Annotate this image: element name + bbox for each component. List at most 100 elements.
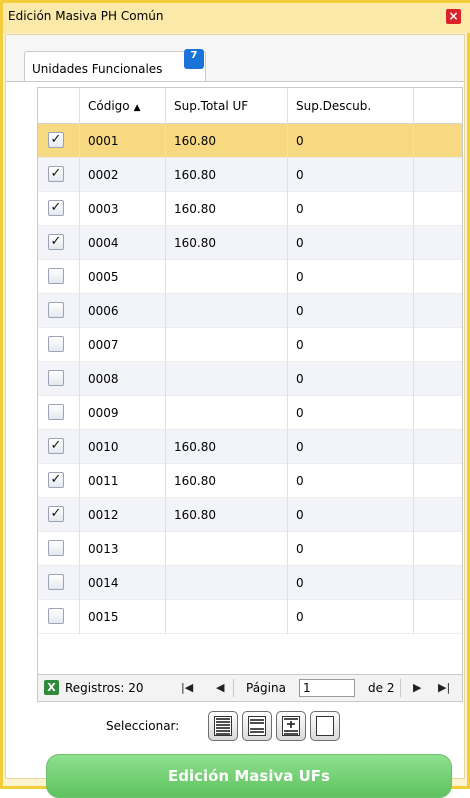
sup-total-cell [166, 396, 288, 430]
pager-divider [233, 679, 234, 697]
select-cell[interactable] [38, 600, 80, 634]
last-page-icon[interactable]: ▶| [438, 680, 450, 696]
filler-cell [414, 566, 462, 600]
row-checkbox[interactable]: ✓ [48, 132, 64, 148]
sup-total-cell: 160.80 [166, 498, 288, 532]
edicion-masiva-button[interactable]: Edición Masiva UFs [46, 754, 452, 798]
filler-cell [414, 260, 462, 294]
select-filtered-button[interactable] [276, 711, 306, 741]
select-label: Seleccionar: [106, 719, 180, 733]
select-cell[interactable] [38, 566, 80, 600]
table-row[interactable]: ✓ 0010 160.80 0 [38, 430, 462, 464]
select-none-button[interactable] [310, 711, 340, 741]
sup-descub-cell: 0 [288, 464, 414, 498]
table-row[interactable]: ✓ 0003 160.80 0 [38, 192, 462, 226]
table-row[interactable]: 0007 0 [38, 328, 462, 362]
filler-cell [414, 226, 462, 260]
codigo-cell: 0001 [80, 124, 166, 158]
codigo-cell: 0008 [80, 362, 166, 396]
row-checkbox[interactable] [48, 302, 64, 318]
header-select-column [38, 88, 80, 124]
tab-label: Unidades Funcionales [32, 62, 163, 76]
select-cell[interactable] [38, 362, 80, 396]
filler-cell [414, 498, 462, 532]
tab-unidades-funcionales[interactable]: Unidades Funcionales [24, 51, 206, 81]
select-cell[interactable] [38, 260, 80, 294]
table-row[interactable]: 0014 0 [38, 566, 462, 600]
table-row[interactable]: 0013 0 [38, 532, 462, 566]
row-checkbox[interactable]: ✓ [48, 438, 64, 454]
codigo-cell: 0013 [80, 532, 166, 566]
select-cell[interactable]: ✓ [38, 430, 80, 464]
table-row[interactable]: ✓ 0012 160.80 0 [38, 498, 462, 532]
title-bar[interactable]: Edición Masiva PH Común × [3, 0, 470, 33]
filler-cell [414, 532, 462, 566]
page-number-input[interactable] [299, 679, 355, 697]
next-page-icon[interactable]: ▶ [413, 680, 421, 696]
prev-page-icon[interactable]: ◀ [216, 680, 224, 696]
selection-toolbar: Seleccionar: [6, 709, 464, 745]
select-cell[interactable]: ✓ [38, 226, 80, 260]
table-row[interactable]: 0008 0 [38, 362, 462, 396]
row-checkbox[interactable] [48, 404, 64, 420]
filler-cell [414, 124, 462, 158]
row-checkbox[interactable] [48, 574, 64, 590]
table-row[interactable]: ✓ 0002 160.80 0 [38, 158, 462, 192]
select-cell[interactable] [38, 294, 80, 328]
row-checkbox[interactable] [48, 608, 64, 624]
sup-total-cell [166, 532, 288, 566]
codigo-cell: 0003 [80, 192, 166, 226]
table-row[interactable]: 0006 0 [38, 294, 462, 328]
pager-divider [400, 679, 401, 697]
sup-descub-cell: 0 [288, 362, 414, 396]
sup-descub-cell: 0 [288, 158, 414, 192]
header-sup-total[interactable]: Sup.Total UF [166, 88, 288, 124]
row-checkbox[interactable] [48, 336, 64, 352]
row-checkbox[interactable] [48, 268, 64, 284]
sup-descub-cell: 0 [288, 226, 414, 260]
grid-header: Código ▲ Sup.Total UF Sup.Descub. [38, 88, 462, 124]
table-row[interactable]: ✓ 0001 160.80 0 [38, 124, 462, 158]
filler-cell [414, 600, 462, 634]
sup-descub-cell: 0 [288, 498, 414, 532]
select-all-button[interactable] [208, 711, 238, 741]
row-checkbox[interactable]: ✓ [48, 506, 64, 522]
row-checkbox[interactable]: ✓ [48, 166, 64, 182]
sup-descub-cell: 0 [288, 532, 414, 566]
row-checkbox[interactable]: ✓ [48, 234, 64, 250]
grid-pager: X Registros: 20 |◀ ◀ Página de 2 ▶ ▶| [37, 675, 463, 702]
table-row[interactable]: 0009 0 [38, 396, 462, 430]
sup-total-cell: 160.80 [166, 158, 288, 192]
filler-cell [414, 464, 462, 498]
count-badge: 7 [184, 49, 204, 69]
table-row[interactable]: 0015 0 [38, 600, 462, 634]
excel-export-icon[interactable]: X [44, 680, 59, 695]
sup-total-cell: 160.80 [166, 124, 288, 158]
unidades-grid: Código ▲ Sup.Total UF Sup.Descub. ✓ 0001 16… [37, 87, 463, 675]
codigo-cell: 0014 [80, 566, 166, 600]
row-checkbox[interactable]: ✓ [48, 472, 64, 488]
header-sup-descub[interactable]: Sup.Descub. [288, 88, 414, 124]
select-cell[interactable]: ✓ [38, 464, 80, 498]
row-checkbox[interactable] [48, 370, 64, 386]
select-cell[interactable] [38, 532, 80, 566]
codigo-cell: 0012 [80, 498, 166, 532]
select-page-button[interactable] [242, 711, 272, 741]
table-row[interactable]: ✓ 0011 160.80 0 [38, 464, 462, 498]
select-cell[interactable] [38, 328, 80, 362]
select-cell[interactable]: ✓ [38, 192, 80, 226]
row-checkbox[interactable] [48, 540, 64, 556]
select-all-icon [214, 716, 232, 736]
select-cell[interactable]: ✓ [38, 158, 80, 192]
table-row[interactable]: 0005 0 [38, 260, 462, 294]
select-cell[interactable]: ✓ [38, 498, 80, 532]
edicion-masiva-window: Edición Masiva PH Común × Unidades Funci… [0, 0, 470, 798]
row-checkbox[interactable]: ✓ [48, 200, 64, 216]
header-codigo[interactable]: Código ▲ [80, 88, 166, 124]
table-row[interactable]: ✓ 0004 160.80 0 [38, 226, 462, 260]
first-page-icon[interactable]: |◀ [181, 680, 193, 696]
select-cell[interactable] [38, 396, 80, 430]
close-icon[interactable]: × [446, 9, 461, 24]
sup-total-cell: 160.80 [166, 226, 288, 260]
select-cell[interactable]: ✓ [38, 124, 80, 158]
